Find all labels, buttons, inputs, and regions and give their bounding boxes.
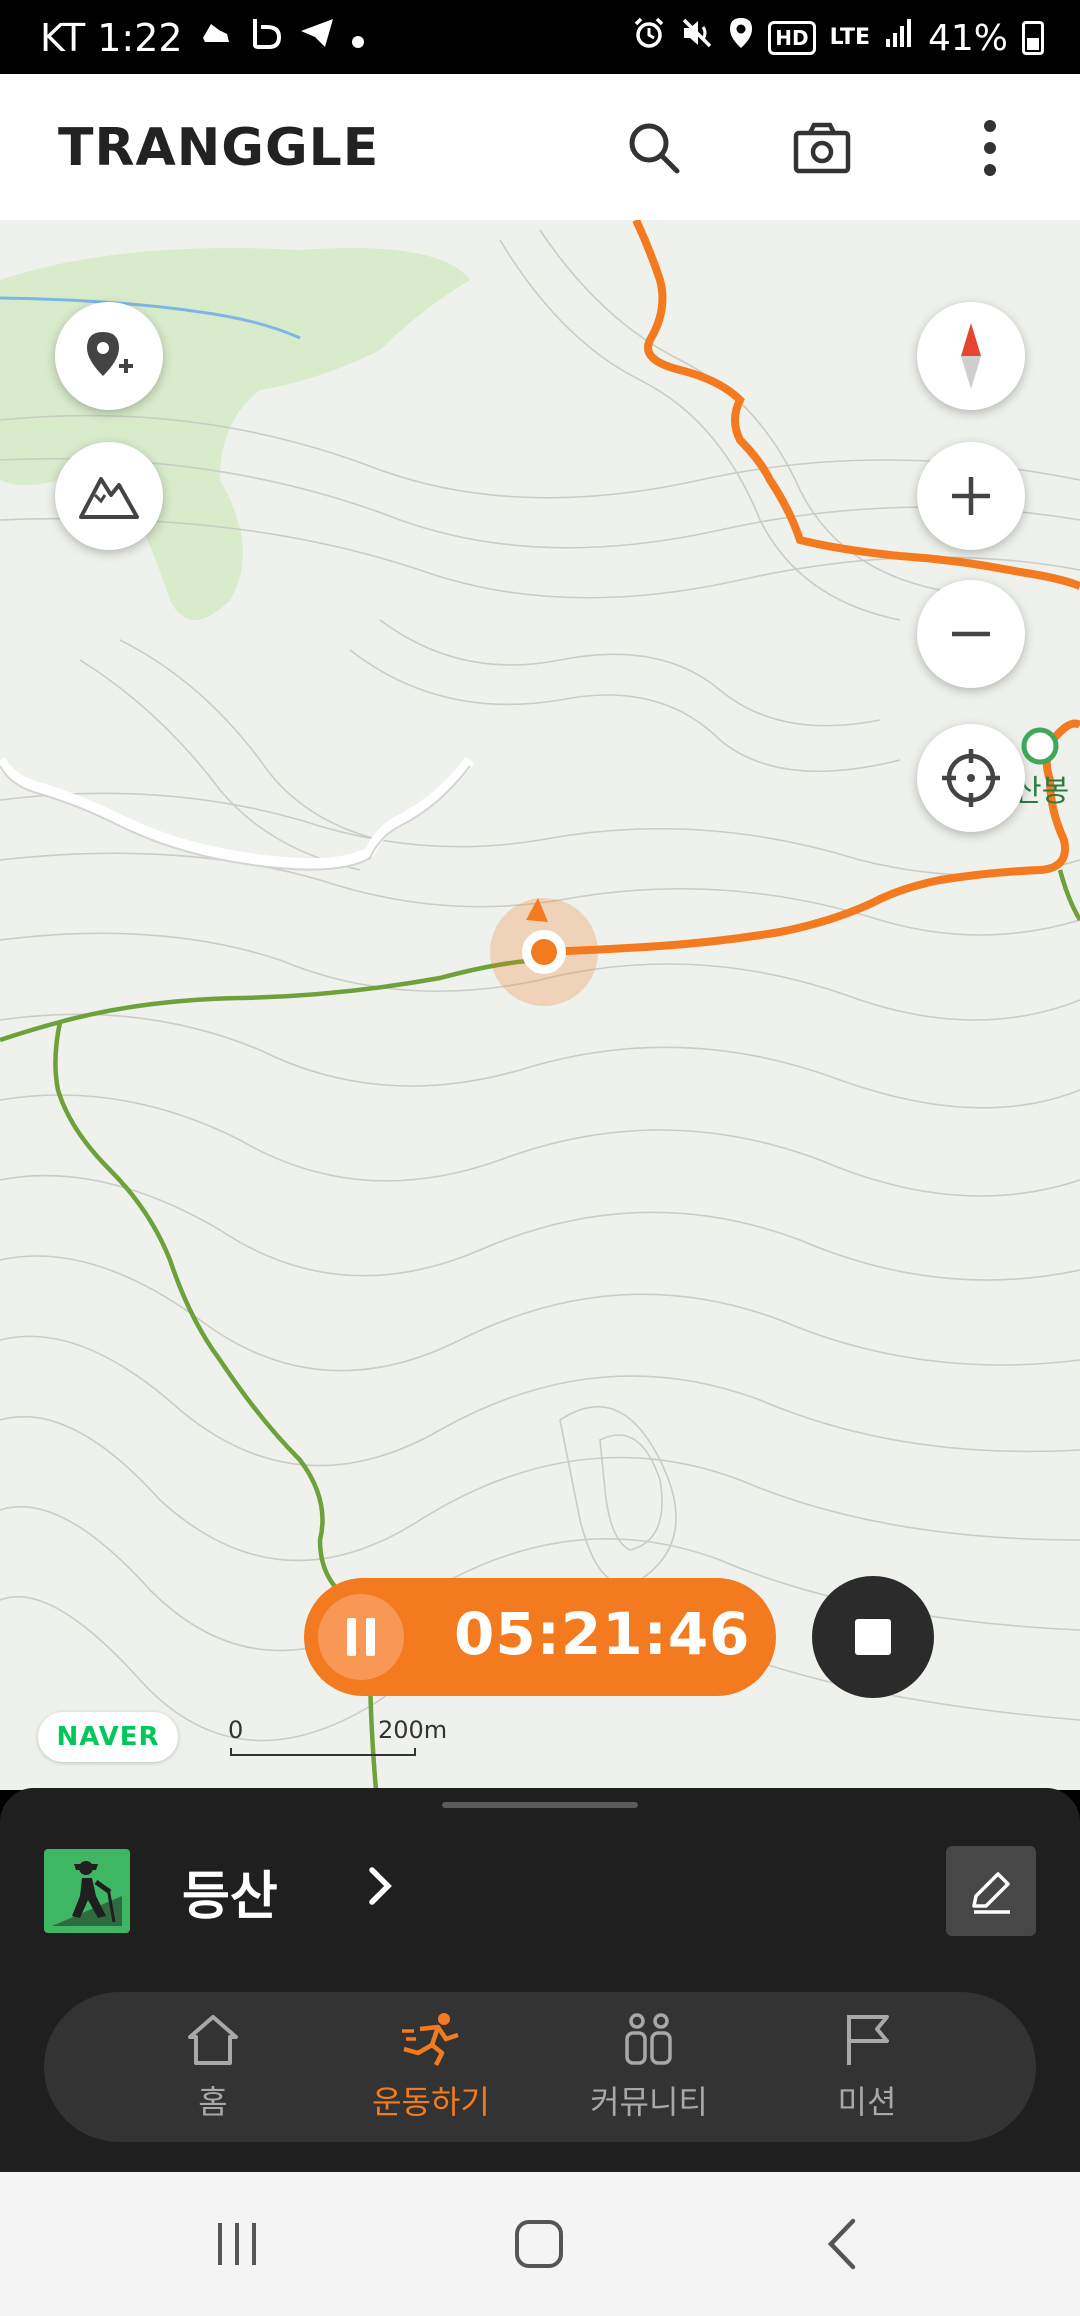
back-button[interactable] xyxy=(808,2214,878,2274)
back-icon xyxy=(827,2218,856,2270)
more-button[interactable] xyxy=(950,108,1030,188)
stop-button[interactable] xyxy=(812,1576,934,1698)
recording-timer: 05:21:46 xyxy=(304,1578,776,1696)
lte-icon: LTE xyxy=(829,25,870,50)
recorded-track-north xyxy=(632,220,1080,590)
dot-icon xyxy=(351,16,365,60)
home-button-icon xyxy=(515,2220,563,2268)
camera-icon xyxy=(793,122,851,174)
telegram-icon xyxy=(299,16,335,60)
bottom-sheet: 등산 홈 운동하기 커뮤니티 미션 xyxy=(0,1788,1080,2172)
zoom-out-icon xyxy=(952,631,990,637)
edit-button[interactable] xyxy=(946,1846,1036,1936)
app-logo: TRANGGLE xyxy=(58,118,380,178)
zoom-out-button[interactable] xyxy=(917,580,1025,688)
activity-label: 등산 xyxy=(182,1866,278,1927)
status-bar: KT 1:22 HD LTE 41% xyxy=(0,0,1080,74)
mute-icon xyxy=(680,16,714,61)
scale-end-label: 200m xyxy=(378,1716,448,1744)
status-right: HD LTE 41% xyxy=(632,16,1044,60)
alarm-icon xyxy=(632,16,666,61)
carrier-time: KT 1:22 xyxy=(40,16,183,60)
activity-selector[interactable]: 등산 xyxy=(44,1848,394,1934)
map-scale: 0 200m xyxy=(228,1716,448,1756)
hiker-icon xyxy=(44,1849,130,1933)
compass-button[interactable] xyxy=(917,302,1025,410)
shoe-icon xyxy=(199,16,233,61)
tab-workout-label: 운동하기 xyxy=(372,2083,490,2121)
tab-mission-label: 미션 xyxy=(837,2083,897,2121)
stop-icon xyxy=(855,1619,891,1655)
chevron-right-icon xyxy=(366,1866,394,1917)
peak-marker-icon xyxy=(1021,727,1059,765)
battery-percent: 41% xyxy=(927,17,1008,59)
bottom-tab-bar: 홈 운동하기 커뮤니티 미션 xyxy=(44,1992,1036,2142)
scale-start-label: 0 xyxy=(228,1716,244,1744)
pause-icon xyxy=(347,1618,356,1656)
camera-button[interactable] xyxy=(782,108,862,188)
b-logo-icon xyxy=(249,15,283,62)
map-view[interactable]: 산봉 05:21:46 NAVER 0 200m xyxy=(0,220,1080,1790)
road xyxy=(0,756,475,870)
zoom-in-icon xyxy=(952,477,990,515)
trail-path xyxy=(0,957,541,1043)
tab-home[interactable]: 홈 xyxy=(133,2011,293,2123)
mountain-button[interactable] xyxy=(55,442,163,550)
zoom-in-button[interactable] xyxy=(917,442,1025,550)
locate-icon xyxy=(942,749,1000,807)
home-nav-button[interactable] xyxy=(504,2214,574,2274)
map-canvas xyxy=(0,220,1080,1790)
mountain-icon xyxy=(79,477,139,519)
recent-apps-icon xyxy=(218,2223,256,2265)
add-location-icon xyxy=(87,332,133,376)
tab-community[interactable]: 커뮤니티 xyxy=(569,2011,729,2123)
compass-icon xyxy=(961,323,981,389)
battery-icon xyxy=(1022,21,1044,55)
tab-workout[interactable]: 운동하기 xyxy=(351,2011,511,2123)
recent-apps-button[interactable] xyxy=(202,2214,272,2274)
elapsed-time: 05:21:46 xyxy=(454,1600,751,1668)
tab-mission[interactable]: 미션 xyxy=(787,2011,947,2123)
people-icon xyxy=(625,2013,672,2065)
sheet-handle[interactable] xyxy=(442,1802,638,1808)
app-header: TRANGGLE xyxy=(0,74,1080,220)
tab-home-label: 홈 xyxy=(198,2083,228,2121)
hd-icon: HD xyxy=(768,21,816,55)
location-icon xyxy=(728,16,754,61)
scale-bar xyxy=(230,1748,416,1756)
add-location-button[interactable] xyxy=(55,302,163,410)
naver-attribution: NAVER xyxy=(38,1712,178,1762)
my-location-button[interactable] xyxy=(917,724,1025,832)
home-icon xyxy=(188,2015,238,2065)
pencil-icon xyxy=(972,1872,1010,1914)
flag-icon xyxy=(847,2015,889,2065)
status-left: KT 1:22 xyxy=(40,16,365,60)
pause-button[interactable] xyxy=(318,1594,404,1680)
running-icon xyxy=(402,2013,459,2067)
more-icon xyxy=(984,120,996,176)
tab-community-label: 커뮤니티 xyxy=(590,2083,708,2121)
search-button[interactable] xyxy=(614,108,694,188)
search-icon xyxy=(629,123,680,174)
system-nav-bar xyxy=(0,2172,1080,2316)
signal-icon xyxy=(884,16,914,60)
